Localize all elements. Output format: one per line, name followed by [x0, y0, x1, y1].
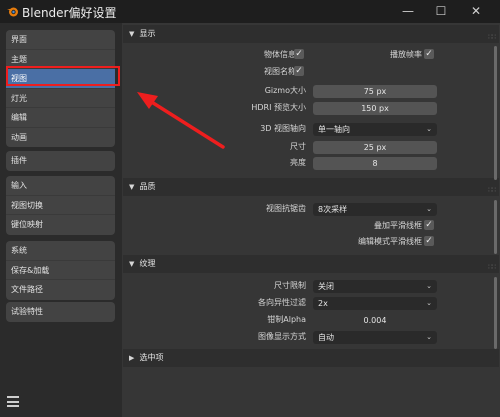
annotation-arrow-icon: [137, 92, 225, 149]
